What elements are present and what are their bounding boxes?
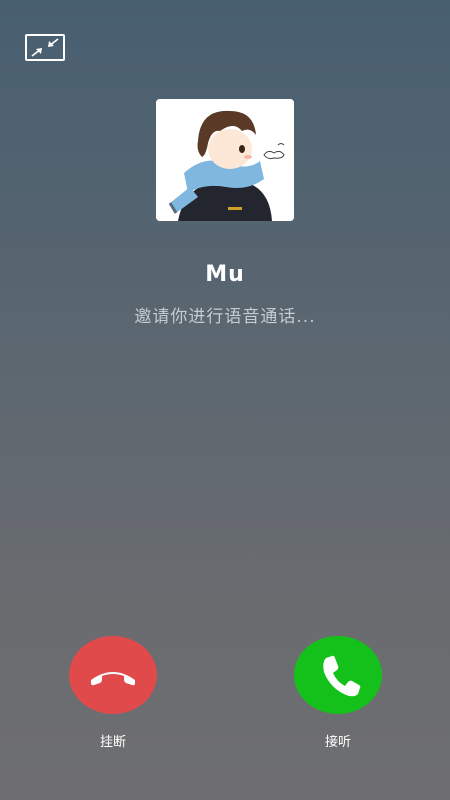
avatar-illustration [156, 99, 294, 221]
hangup-label: 挂断 [99, 735, 126, 750]
minimize-window-icon [31, 38, 59, 57]
minimize-button[interactable] [25, 34, 65, 61]
phone-hangup-icon [91, 672, 135, 686]
answer-label: 接听 [324, 735, 351, 750]
hangup-button[interactable] [69, 636, 157, 714]
phone-answer-icon [323, 655, 361, 697]
caller-name: Mu [205, 262, 245, 287]
call-status-text: 邀请你进行语音通话... [134, 307, 316, 327]
answer-button[interactable] [294, 636, 382, 714]
caller-avatar [156, 99, 294, 221]
